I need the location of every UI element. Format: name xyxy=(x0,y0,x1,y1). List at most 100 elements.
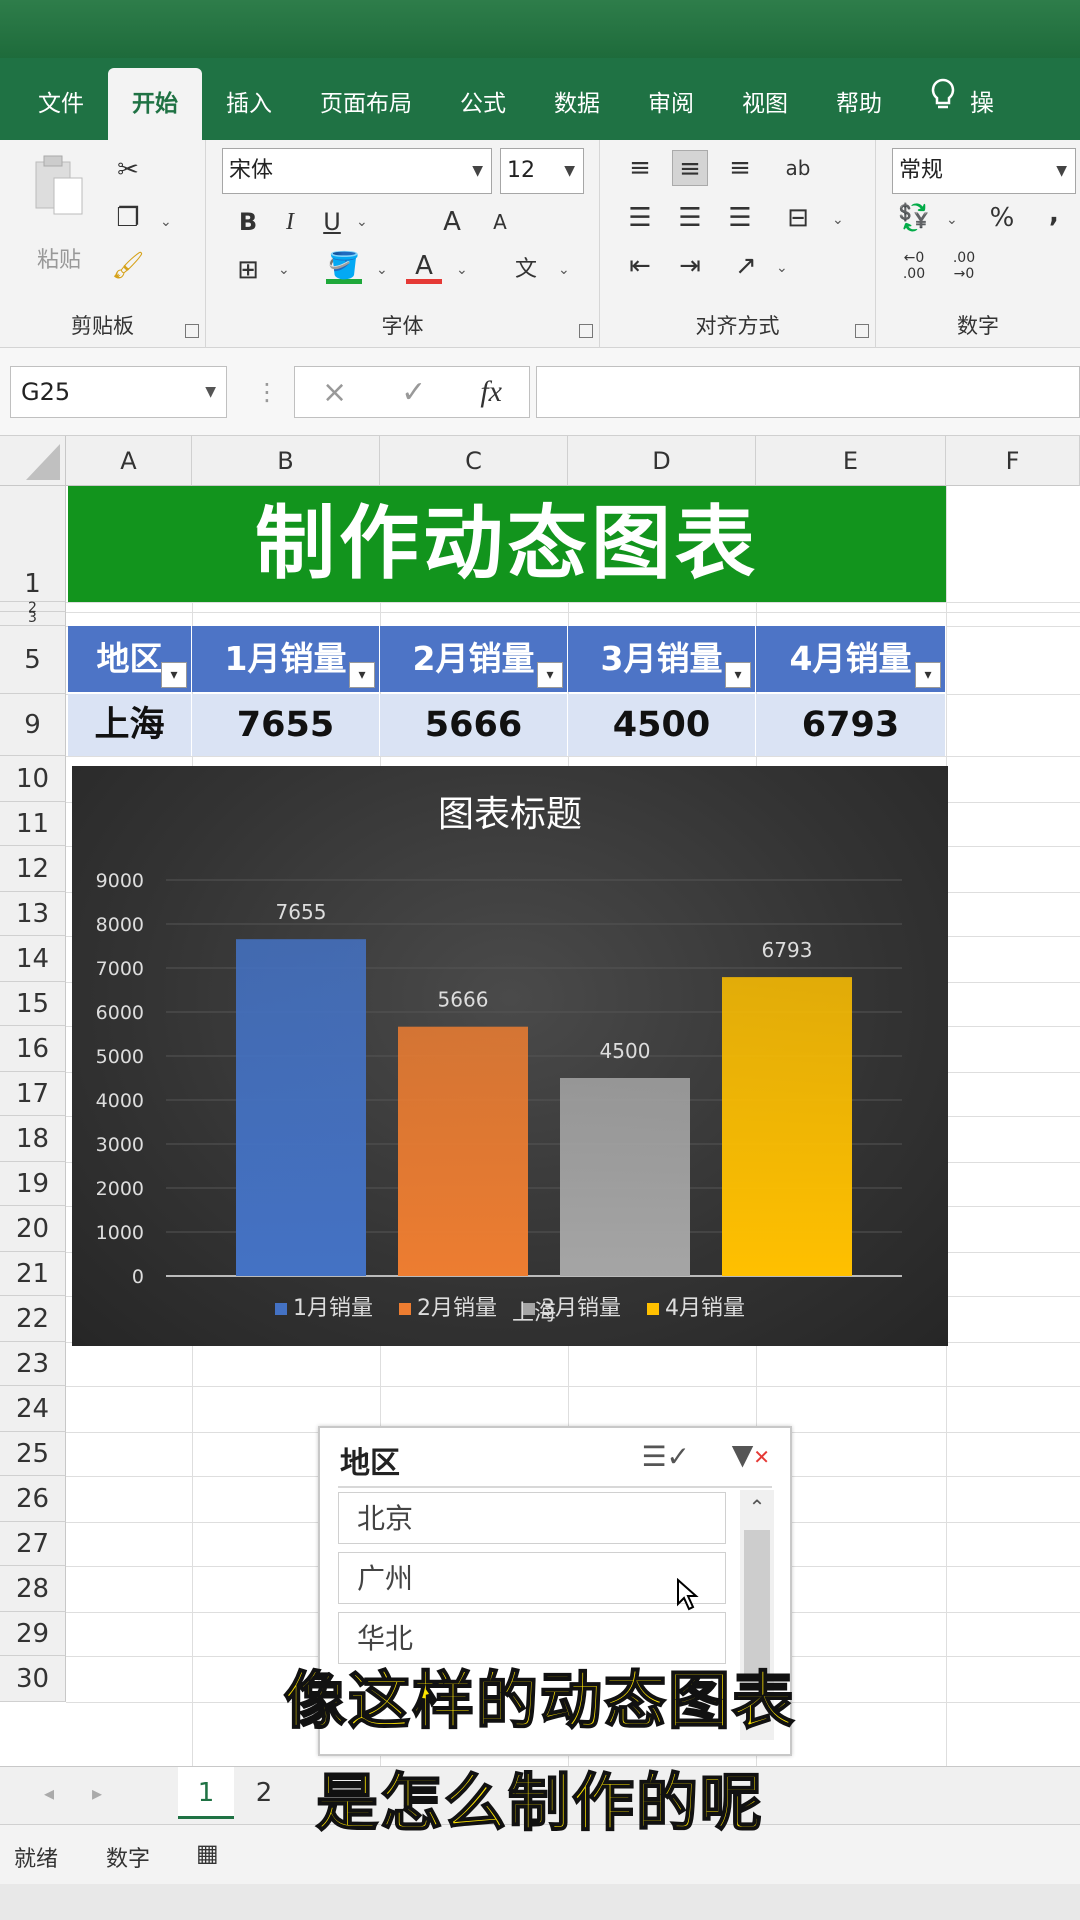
column-header-b[interactable]: B xyxy=(192,436,380,486)
cut-icon[interactable]: ✂ xyxy=(110,152,146,188)
tell-me[interactable]: 操 xyxy=(906,58,1004,140)
bold-button[interactable]: B xyxy=(230,204,266,240)
header-cell-feb[interactable]: 2月销量 ▾ xyxy=(380,626,568,692)
decrease-indent-icon[interactable]: ⇤ xyxy=(622,248,658,284)
column-header-a[interactable]: A xyxy=(66,436,192,486)
data-cell-apr[interactable]: 6793 xyxy=(756,694,946,756)
clipboard-launcher-icon[interactable] xyxy=(185,324,199,338)
fill-color-dropdown-icon[interactable]: ⌄ xyxy=(376,262,388,278)
increase-indent-icon[interactable]: ⇥ xyxy=(672,248,708,284)
row-header[interactable]: 27 xyxy=(0,1522,66,1566)
tab-help[interactable]: 帮助 xyxy=(812,58,906,140)
header-cell-mar[interactable]: 3月销量 ▾ xyxy=(568,626,756,692)
orientation-dropdown-icon[interactable]: ⌄ xyxy=(776,260,788,276)
name-box[interactable]: G25 ▼ xyxy=(10,366,227,418)
row-header[interactable]: 3 xyxy=(0,611,66,626)
align-top-icon[interactable]: ≡ xyxy=(622,150,658,186)
row-header[interactable]: 9 xyxy=(0,694,66,756)
clear-filter-icon[interactable]: ▼✕ xyxy=(732,1438,770,1471)
formula-input[interactable] xyxy=(536,366,1080,418)
decrease-decimal-icon[interactable]: .00 →0 xyxy=(946,250,982,286)
row-header[interactable]: 23 xyxy=(0,1342,66,1386)
percent-button[interactable]: % xyxy=(984,200,1020,236)
data-cell-mar[interactable]: 4500 xyxy=(568,694,756,756)
align-bottom-icon[interactable]: ≡ xyxy=(722,150,758,186)
tab-insert[interactable]: 插入 xyxy=(202,58,296,140)
font-size-select[interactable]: 12 ▼ xyxy=(500,148,584,194)
column-chart[interactable]: 图表标题 0 1000 2000 3000 4000 5000 6000 7000 8000 900… xyxy=(72,766,948,1346)
row-header[interactable]: 11 xyxy=(0,802,66,846)
row-header[interactable]: 10 xyxy=(0,756,66,802)
row-header[interactable]: 14 xyxy=(0,936,66,982)
data-cell-region[interactable]: 上海 xyxy=(68,694,192,756)
row-header[interactable]: 17 xyxy=(0,1072,66,1116)
cancel-icon[interactable]: × xyxy=(322,375,347,410)
slicer-item[interactable]: 广州 xyxy=(338,1552,726,1604)
align-center-icon[interactable]: ☰ xyxy=(672,200,708,236)
row-header[interactable]: 28 xyxy=(0,1566,66,1612)
row-header[interactable]: 13 xyxy=(0,892,66,936)
row-header[interactable]: 12 xyxy=(0,846,66,892)
phonetic-button[interactable]: 文 xyxy=(508,252,544,288)
row-header[interactable]: 21 xyxy=(0,1252,66,1296)
tab-formulas[interactable]: 公式 xyxy=(436,58,530,140)
format-painter-icon[interactable]: 🖌 xyxy=(110,248,146,284)
filter-dropdown-icon[interactable]: ▾ xyxy=(725,662,751,688)
font-color-dropdown-icon[interactable]: ⌄ xyxy=(456,262,468,278)
column-header-d[interactable]: D xyxy=(568,436,756,486)
scroll-up-icon[interactable]: ⌃ xyxy=(740,1490,774,1524)
comma-button[interactable]: , xyxy=(1036,196,1072,232)
sheet-title-cell[interactable]: 制作动态图表 xyxy=(68,486,946,602)
merge-center-icon[interactable]: ⊟ xyxy=(780,200,816,236)
tab-view[interactable]: 视图 xyxy=(718,58,812,140)
macro-record-icon[interactable]: ▦ xyxy=(196,1839,219,1867)
header-cell-region[interactable]: 地区 ▾ xyxy=(68,626,192,692)
italic-button[interactable]: I xyxy=(272,204,308,240)
align-left-icon[interactable]: ☰ xyxy=(622,200,658,236)
row-header[interactable]: 19 xyxy=(0,1162,66,1206)
data-cell-jan[interactable]: 7655 xyxy=(192,694,380,756)
filter-active-icon[interactable]: ▾ xyxy=(161,662,187,688)
row-header[interactable]: 5 xyxy=(0,626,66,694)
accounting-dropdown-icon[interactable]: ⌄ xyxy=(946,212,958,228)
merge-dropdown-icon[interactable]: ⌄ xyxy=(832,212,844,228)
drag-handle-icon[interactable]: ⋮ xyxy=(255,378,279,406)
row-header[interactable]: 15 xyxy=(0,982,66,1026)
select-all-corner[interactable] xyxy=(0,436,66,486)
phonetic-dropdown-icon[interactable]: ⌄ xyxy=(558,262,570,278)
column-header-e[interactable]: E xyxy=(756,436,946,486)
align-middle-icon[interactable]: ≡ xyxy=(672,150,708,186)
enter-icon[interactable]: ✓ xyxy=(401,375,426,410)
font-launcher-icon[interactable] xyxy=(579,324,593,338)
underline-button[interactable]: U xyxy=(314,204,350,240)
align-right-icon[interactable]: ☰ xyxy=(722,200,758,236)
shrink-font-button[interactable]: A xyxy=(482,204,518,240)
number-format-select[interactable]: 常规 ▼ xyxy=(892,148,1076,194)
column-header-c[interactable]: C xyxy=(380,436,568,486)
fill-color-icon[interactable]: 🪣 xyxy=(326,248,362,284)
row-header[interactable]: 1 xyxy=(0,486,66,602)
font-name-select[interactable]: 宋体 ▼ xyxy=(222,148,492,194)
tab-page-layout[interactable]: 页面布局 xyxy=(296,58,436,140)
alignment-launcher-icon[interactable] xyxy=(855,324,869,338)
copy-icon[interactable]: ❐ xyxy=(110,200,146,236)
row-header[interactable]: 24 xyxy=(0,1386,66,1432)
filter-dropdown-icon[interactable]: ▾ xyxy=(349,662,375,688)
copy-dropdown-icon[interactable]: ⌄ xyxy=(160,214,172,230)
row-header[interactable]: 22 xyxy=(0,1296,66,1342)
row-header[interactable]: 16 xyxy=(0,1026,66,1072)
orientation-icon[interactable]: ↗ xyxy=(728,248,764,284)
tab-data[interactable]: 数据 xyxy=(530,58,624,140)
underline-dropdown-icon[interactable]: ⌄ xyxy=(356,214,368,230)
header-cell-jan[interactable]: 1月销量 ▾ xyxy=(192,626,380,692)
row-header[interactable]: 25 xyxy=(0,1432,66,1476)
tab-review[interactable]: 审阅 xyxy=(624,58,718,140)
slicer-item[interactable]: 北京 xyxy=(338,1492,726,1544)
tab-file[interactable]: 文件 xyxy=(14,58,108,140)
paste-button[interactable]: 粘贴 xyxy=(24,154,94,273)
borders-icon[interactable]: ⊞ xyxy=(230,252,266,288)
accounting-format-icon[interactable]: 💱 xyxy=(896,200,932,236)
multi-select-icon[interactable]: ☰✓ xyxy=(641,1440,690,1473)
increase-decimal-icon[interactable]: ←0.00 xyxy=(896,250,932,286)
row-header[interactable]: 20 xyxy=(0,1206,66,1252)
